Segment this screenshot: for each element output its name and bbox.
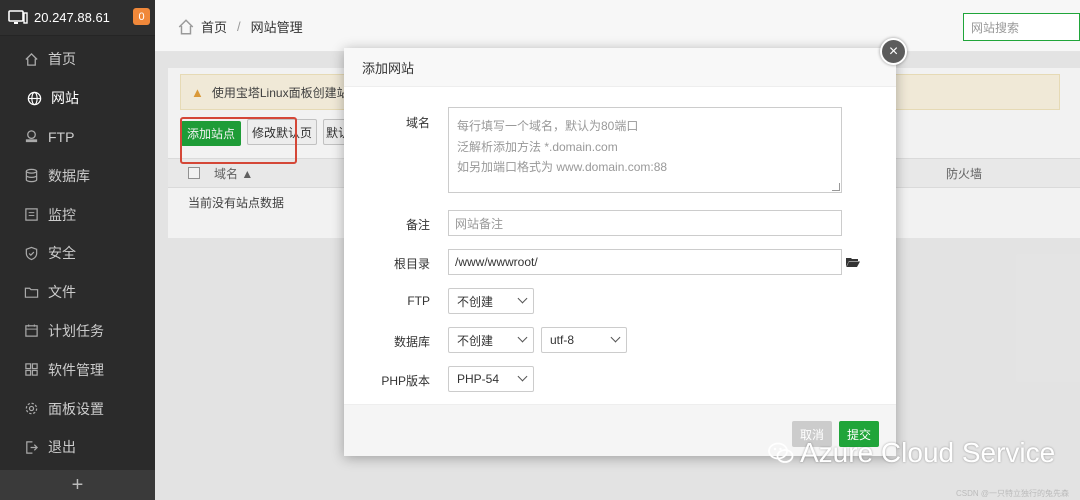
sidebar-item-database[interactable]: 数据库 <box>0 156 155 195</box>
site-search-input[interactable]: 网站搜索 <box>963 13 1080 41</box>
domain-hint-line: 如另加端口格式为 www.domain.com:88 <box>457 160 668 174</box>
gear-icon <box>22 400 40 418</box>
ftp-select-value: 不创建 <box>457 294 494 309</box>
database-label: 数据库 <box>393 335 430 349</box>
sidebar-item-label: 首页 <box>48 51 76 68</box>
sidebar-item-files[interactable]: 文件 <box>0 273 155 312</box>
php-version-label: PHP版本 <box>381 374 430 388</box>
close-button[interactable]: × <box>880 38 907 65</box>
database-icon <box>22 167 40 185</box>
calendar-icon <box>22 322 40 340</box>
charset-select-value: utf-8 <box>550 333 575 347</box>
sidebar-item-logout[interactable]: 退出 <box>0 428 155 467</box>
watermark-text: Azure Cloud Service <box>800 437 1056 468</box>
domain-hint-line: 泛解析添加方法 *.domain.com <box>457 139 618 154</box>
ftp-label: FTP <box>407 294 430 308</box>
sidebar-item-software[interactable]: 软件管理 <box>0 350 155 389</box>
sidebar-item-label: 数据库 <box>48 167 90 184</box>
ftp-icon <box>22 128 40 146</box>
chevron-down-icon <box>610 332 621 343</box>
sidebar-item-cron[interactable]: 计划任务 <box>0 312 155 351</box>
root-dir-input[interactable]: /www/wwwroot/ <box>448 249 842 275</box>
remark-input[interactable]: 网站备注 <box>448 210 842 236</box>
monitor-icon <box>8 9 28 24</box>
server-ip: 20.247.88.61 <box>34 10 110 25</box>
breadcrumb-current: 网站管理 <box>250 20 303 35</box>
server-header: 20.247.88.61 0 <box>0 0 155 36</box>
domain-textarea[interactable]: 每行填写一个域名，默认为80端口 泛解析添加方法 *.domain.com 如另… <box>448 107 842 193</box>
shield-icon <box>22 244 40 262</box>
php-version-select[interactable]: PHP-54 <box>448 366 534 392</box>
sidebar-item-security[interactable]: 安全 <box>0 234 155 273</box>
dialog-title: 添加网站 <box>344 48 896 87</box>
grid-icon <box>22 361 40 379</box>
root-dir-label: 根目录 <box>393 257 430 271</box>
sidebar-item-settings[interactable]: 面板设置 <box>0 389 155 428</box>
monitor-icon <box>22 206 40 224</box>
breadcrumb-home[interactable]: 首页 <box>201 17 227 36</box>
chevron-down-icon <box>517 371 528 382</box>
sidebar-item-monitor[interactable]: 监控 <box>0 195 155 234</box>
home-icon <box>22 50 40 68</box>
top-bar: 首页 / 网站管理 网站搜索 <box>155 0 1080 52</box>
breadcrumb-separator: / <box>237 19 241 34</box>
notification-badge[interactable]: 0 <box>133 8 150 25</box>
chevron-down-icon <box>517 332 528 343</box>
breadcrumb: 首页 / 网站管理 <box>177 17 303 36</box>
ftp-select[interactable]: 不创建 <box>448 288 534 314</box>
database-select[interactable]: 不创建 <box>448 327 534 353</box>
charset-select[interactable]: utf-8 <box>541 327 627 353</box>
sidebar-item-label: 网站 <box>51 90 79 107</box>
logout-icon <box>22 438 40 456</box>
php-version-select-value: PHP-54 <box>457 372 500 386</box>
sidebar-item-label: 文件 <box>48 284 76 301</box>
folder-icon <box>22 283 40 301</box>
sidebar-item-label: 退出 <box>48 439 76 456</box>
watermark: Azure Cloud Service <box>768 437 1055 469</box>
wechat-icon <box>768 442 794 463</box>
folder-open-icon[interactable] <box>846 257 860 267</box>
remark-label: 备注 <box>405 218 430 232</box>
home-icon[interactable] <box>177 18 195 36</box>
sidebar-item-label: 监控 <box>48 206 76 223</box>
sidebar-item-label: 软件管理 <box>48 361 104 378</box>
globe-icon <box>25 89 43 107</box>
sidebar-item-home[interactable]: 首页 <box>0 40 155 79</box>
chevron-down-icon <box>517 293 528 304</box>
sidebar-item-label: 安全 <box>48 245 76 262</box>
csdn-watermark: CSDN @一只特立独行的兔先森 <box>956 489 1070 498</box>
database-select-value: 不创建 <box>457 333 494 348</box>
domain-hint-line: 每行填写一个域名，默认为80端口 <box>457 119 639 133</box>
sidebar-add-button[interactable]: + <box>0 470 155 500</box>
domain-label: 域名 <box>405 116 430 130</box>
sidebar-item-ftp[interactable]: FTP <box>0 118 155 157</box>
sidebar-item-label: 计划任务 <box>48 322 104 339</box>
resize-handle[interactable] <box>832 183 840 191</box>
sidebar-item-label: FTP <box>48 128 75 145</box>
sidebar-item-website[interactable]: 网站 <box>0 78 155 118</box>
sidebar-item-label: 面板设置 <box>48 400 104 417</box>
sidebar: 20.247.88.61 0 首页 网站 FTP 数据库 监控 安全 文件 计划… <box>0 0 155 500</box>
